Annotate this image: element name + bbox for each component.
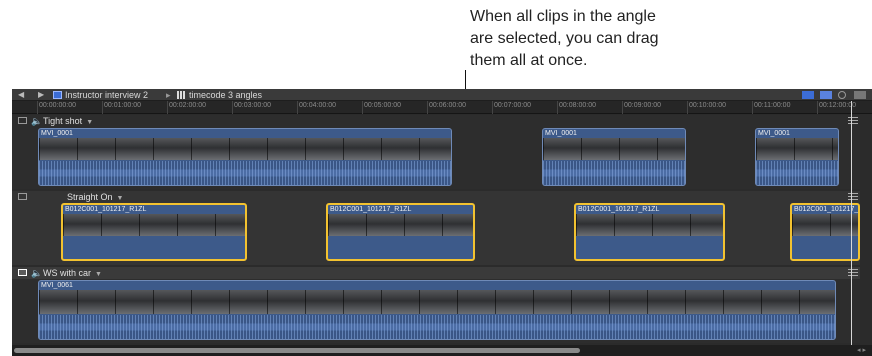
zoom-icon[interactable] bbox=[838, 91, 846, 99]
clip-name: MVI_0001 bbox=[41, 130, 73, 137]
clip-filmstrip bbox=[39, 138, 451, 160]
ruler-tick: 00:03:00:00 bbox=[232, 101, 271, 114]
angle-options-icon[interactable] bbox=[848, 193, 858, 201]
forward-button[interactable]: ▶ bbox=[38, 90, 44, 99]
ruler-tick: 00:04:00:00 bbox=[297, 101, 336, 114]
speaker-icon[interactable]: 🔈 bbox=[31, 267, 42, 279]
audio-waveform bbox=[39, 315, 835, 339]
ruler-tick: 00:00:00:00 bbox=[37, 101, 76, 114]
clip-name: B012C001_101217_R1ZL bbox=[578, 206, 660, 213]
project-icon bbox=[53, 91, 62, 99]
clip-selected[interactable]: B012C001_101217_R1ZL bbox=[574, 203, 725, 261]
clip[interactable]: MVI_0061 bbox=[38, 280, 836, 340]
clip-filmstrip bbox=[39, 290, 835, 314]
callout-line-2: are selected, you can drag bbox=[470, 30, 659, 47]
clip-selected[interactable]: B012C001_101217_R1ZL bbox=[61, 203, 247, 261]
clip-name: MVI_0001 bbox=[758, 130, 790, 137]
ruler-tick: 00:10:00:00 bbox=[687, 101, 726, 114]
video-audio-toggle-icon[interactable] bbox=[802, 91, 814, 99]
clip-name: B012C001_101217_R1ZL bbox=[65, 206, 147, 213]
callout-line-3: them all at once. bbox=[470, 52, 588, 69]
ruler-tick: 00:11:00:00 bbox=[751, 101, 791, 114]
callout-line-1: When all clips in the angle bbox=[470, 8, 656, 25]
angle-header: Straight On ▼ bbox=[12, 191, 860, 203]
clip-filmstrip bbox=[328, 214, 473, 236]
clip-filmstrip bbox=[63, 214, 245, 236]
clip-appearance-icon[interactable] bbox=[854, 91, 866, 99]
clip-filmstrip bbox=[756, 138, 838, 160]
playhead[interactable] bbox=[851, 101, 852, 345]
angle-row-tight-shot: 🔈 Tight shot ▼ MVI_0001 MVI_0001 MVI_0001 bbox=[12, 115, 860, 189]
monitor-angle-icon[interactable] bbox=[18, 117, 27, 124]
monitor-angle-icon[interactable] bbox=[18, 193, 27, 200]
clip-selected[interactable]: B012C001_101217_R1ZL bbox=[326, 203, 475, 261]
timecode-ruler[interactable]: 00:00:00:00 00:01:00:00 00:02:00:00 00:0… bbox=[12, 101, 872, 114]
ruler-tick: 00:05:00:00 bbox=[362, 101, 401, 114]
angle-header: 🔈 Tight shot ▼ bbox=[12, 115, 860, 127]
scroll-arrows-icon[interactable]: ◂ ▸ bbox=[857, 346, 866, 354]
clip[interactable]: MVI_0001 bbox=[542, 128, 686, 186]
angle-header: 🔈 WS with car ▼ bbox=[12, 267, 860, 279]
angle-name[interactable]: WS with car ▼ bbox=[43, 267, 102, 281]
back-button[interactable]: ◀ bbox=[18, 90, 24, 99]
callout-annotation: When all clips in the angle are selected… bbox=[470, 6, 770, 72]
audio-waveform bbox=[543, 161, 685, 185]
clip[interactable]: MVI_0001 bbox=[38, 128, 452, 186]
angle-name-label: Tight shot bbox=[43, 116, 83, 126]
ruler-tick: 00:09:00:00 bbox=[622, 101, 661, 114]
timeline-window: ◀ ▶ Instructor interview 2 ▸ timecode 3 … bbox=[12, 89, 872, 356]
ruler-tick: 00:01:00:00 bbox=[102, 101, 141, 114]
angle-options-icon[interactable] bbox=[848, 269, 858, 277]
angle-row-ws-with-car: 🔈 WS with car ▼ MVI_0061 bbox=[12, 267, 860, 343]
ruler-tick: 00:06:00:00 bbox=[427, 101, 466, 114]
angle-name-label: Straight On bbox=[67, 192, 113, 202]
clip-selected[interactable]: B012C001_101217_1... bbox=[790, 203, 860, 261]
ruler-tick: 00:08:00:00 bbox=[557, 101, 596, 114]
angle-name-label: WS with car bbox=[43, 268, 92, 278]
clip-filmstrip bbox=[792, 214, 858, 236]
audio-waveform-icon[interactable] bbox=[820, 91, 832, 99]
timeline-toolbar: ◀ ▶ Instructor interview 2 ▸ timecode 3 … bbox=[12, 89, 872, 101]
clip-filmstrip bbox=[543, 138, 685, 160]
chevron-down-icon[interactable]: ▼ bbox=[117, 195, 124, 202]
angle-options-icon[interactable] bbox=[848, 117, 858, 125]
breadcrumb-project[interactable]: Instructor interview 2 bbox=[53, 89, 148, 101]
clip-name: B012C001_101217_R1ZL bbox=[330, 206, 412, 213]
ruler-tick: 00:02:00:00 bbox=[167, 101, 206, 114]
scrollbar-thumb[interactable] bbox=[14, 348, 580, 353]
horizontal-scrollbar[interactable]: ◂ ▸ bbox=[12, 345, 872, 356]
breadcrumb-separator: ▸ bbox=[166, 90, 171, 100]
chevron-down-icon[interactable]: ▼ bbox=[95, 271, 102, 278]
audio-waveform bbox=[756, 161, 838, 185]
angle-name[interactable]: Tight shot ▼ bbox=[43, 115, 93, 129]
breadcrumb-timeline[interactable]: timecode 3 angles bbox=[177, 89, 262, 101]
audio-waveform bbox=[39, 161, 451, 185]
clip-name: MVI_0001 bbox=[545, 130, 577, 137]
clip-name: MVI_0061 bbox=[41, 282, 73, 289]
breadcrumb-timeline-label: timecode 3 angles bbox=[189, 90, 263, 100]
speaker-icon[interactable]: 🔈 bbox=[31, 115, 42, 127]
multicam-grid-icon bbox=[177, 91, 186, 99]
monitor-angle-icon[interactable] bbox=[18, 269, 27, 276]
angle-row-straight-on: Straight On ▼ B012C001_101217_R1ZL B012C0… bbox=[12, 191, 860, 265]
clip[interactable]: MVI_0001 bbox=[755, 128, 839, 186]
clip-filmstrip bbox=[576, 214, 723, 236]
chevron-down-icon[interactable]: ▼ bbox=[86, 119, 93, 126]
ruler-tick: 00:07:00:00 bbox=[492, 101, 531, 114]
breadcrumb-project-label: Instructor interview 2 bbox=[65, 90, 149, 100]
